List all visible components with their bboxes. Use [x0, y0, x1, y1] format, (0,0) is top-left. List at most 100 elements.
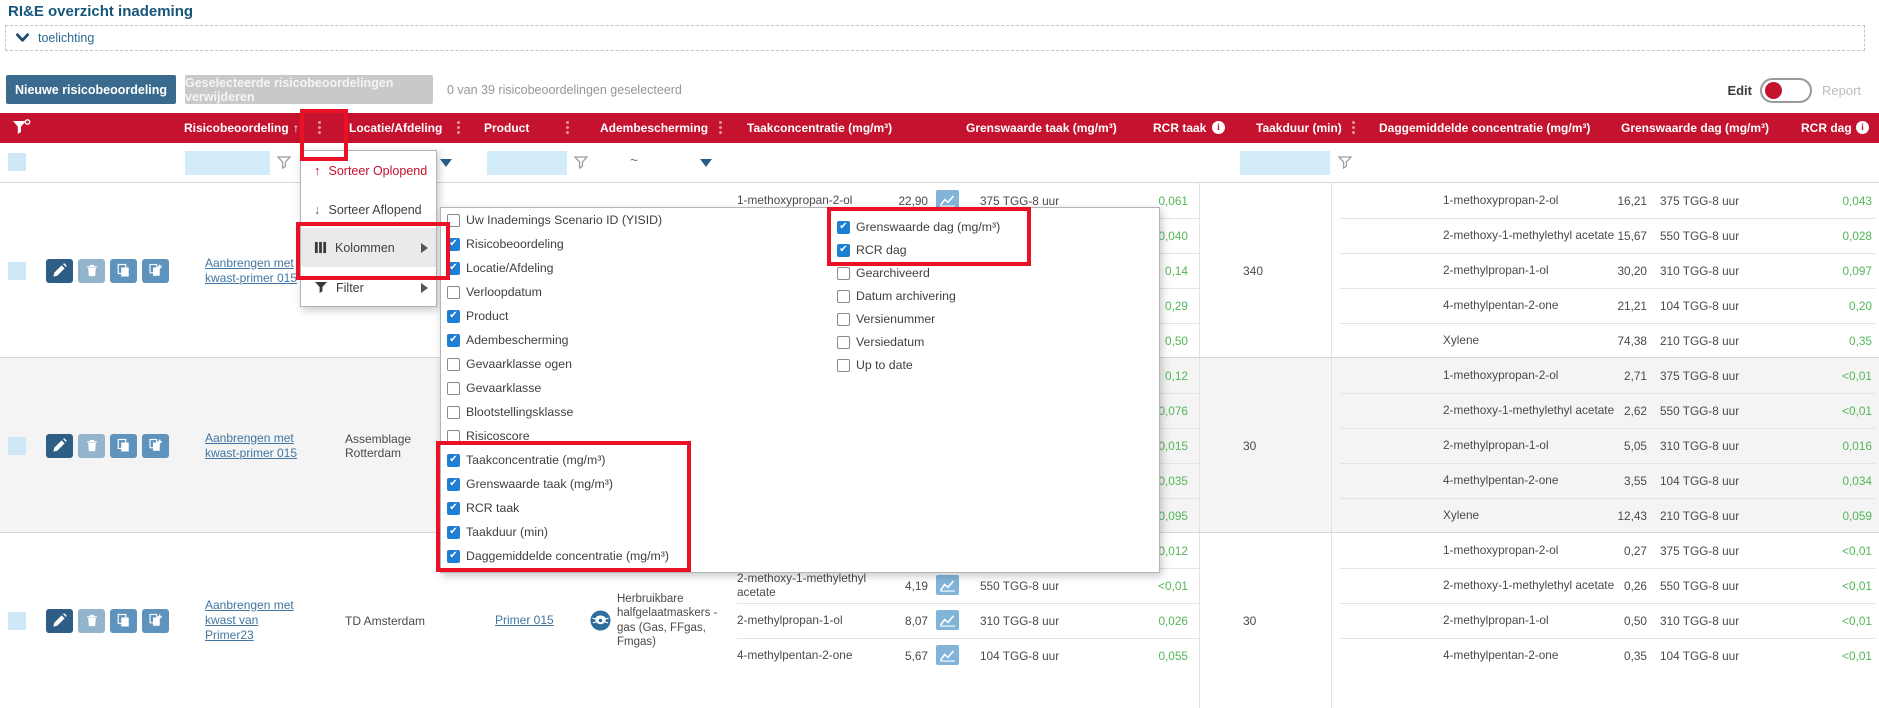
column-toggle-up-to-date[interactable]: Up to date — [837, 358, 913, 372]
risicobeoordeling-link[interactable]: Aanbrengen met kwast-primer 015 — [205, 183, 305, 358]
column-menu-dots-icon[interactable] — [318, 121, 321, 134]
new-risicobeoordeling-button[interactable]: Nieuwe risicobeoordeling — [6, 75, 176, 104]
filter-input-taakduur[interactable] — [1240, 151, 1330, 175]
header-taakconcentratie[interactable]: Taakconcentratie (mg/m³) — [747, 113, 892, 143]
risicobeoordeling-link[interactable]: Aanbrengen met kwast-primer 015 — [205, 358, 305, 533]
column-toggle-gearchiveerd[interactable]: Gearchiveerd — [837, 266, 930, 280]
checkbox-checked-icon[interactable]: ✔ — [447, 502, 460, 515]
menu-item-kolommen[interactable]: Kolommen — [301, 228, 436, 267]
info-icon[interactable]: i — [1212, 121, 1225, 134]
row-checkbox[interactable] — [8, 612, 26, 630]
column-menu-dots-icon[interactable] — [1352, 121, 1355, 134]
checkbox-unchecked-icon[interactable] — [447, 214, 460, 227]
copy-new-version-button[interactable] — [142, 259, 169, 283]
column-toggle-grenswaarde-dag-mg-m-[interactable]: ✔Grenswaarde dag (mg/m³) — [837, 220, 1000, 234]
edit-button[interactable] — [46, 259, 73, 283]
copy-button[interactable] — [110, 609, 137, 633]
column-toggle-locatie-afdeling[interactable]: ✔Locatie/Afdeling — [447, 261, 554, 275]
column-toggle-grenswaarde-taak-mg-m-[interactable]: ✔Grenswaarde taak (mg/m³) — [447, 477, 613, 491]
checkbox-unchecked-icon[interactable] — [837, 313, 850, 326]
checkbox-checked-icon[interactable]: ✔ — [447, 454, 460, 467]
column-toggle-gevaarklasse-ogen[interactable]: Gevaarklasse ogen — [447, 357, 572, 371]
checkbox-unchecked-icon[interactable] — [447, 406, 460, 419]
funnel-icon[interactable] — [277, 156, 291, 174]
edit-button[interactable] — [46, 434, 73, 458]
row-checkbox[interactable] — [8, 437, 26, 455]
column-toggle-risicoscore[interactable]: Risicoscore — [447, 429, 530, 443]
checkbox-checked-icon[interactable]: ✔ — [447, 262, 460, 275]
edit-report-toggle[interactable] — [1760, 78, 1812, 103]
exposure-chart-icon[interactable] — [936, 610, 959, 630]
header-adembescherming[interactable]: Adembescherming — [600, 113, 708, 143]
column-toggle-versiedatum[interactable]: Versiedatum — [837, 335, 924, 349]
exposure-chart-icon[interactable] — [936, 575, 959, 595]
copy-button[interactable] — [110, 434, 137, 458]
delete-button[interactable] — [78, 434, 105, 458]
risicobeoordeling-link[interactable]: Aanbrengen met kwast van Primer23 — [205, 533, 305, 708]
checkbox-unchecked-icon[interactable] — [837, 267, 850, 280]
header-grenswaarde-taak[interactable]: Grenswaarde taak (mg/m³) — [966, 113, 1117, 143]
filter-operator-dropdown-icon[interactable] — [700, 159, 712, 167]
product-link-text[interactable]: Primer 015 — [495, 613, 554, 628]
checkbox-checked-icon[interactable]: ✔ — [447, 478, 460, 491]
checkbox-checked-icon[interactable]: ✔ — [837, 244, 850, 257]
filter-operator-dropdown-icon[interactable] — [440, 159, 452, 167]
column-menu-dots-icon[interactable] — [457, 121, 460, 134]
info-icon[interactable]: i — [1856, 121, 1869, 134]
header-rcr-dag[interactable]: RCR dag — [1801, 113, 1852, 143]
checkbox-checked-icon[interactable]: ✔ — [447, 550, 460, 563]
checkbox-checked-icon[interactable]: ✔ — [447, 238, 460, 251]
exposure-chart-icon[interactable] — [936, 645, 959, 665]
checkbox-checked-icon[interactable]: ✔ — [447, 526, 460, 539]
menu-item-sorteer-oplopend[interactable]: ↑Sorteer Oplopend — [301, 151, 436, 190]
column-toggle-taakconcentratie-mg-m-[interactable]: ✔Taakconcentratie (mg/m³) — [447, 453, 605, 467]
checkbox-unchecked-icon[interactable] — [447, 286, 460, 299]
header-rcr-taak[interactable]: RCR taak — [1153, 113, 1206, 143]
header-taakduur[interactable]: Taakduur (min) — [1256, 113, 1342, 143]
column-toggle-gevaarklasse[interactable]: Gevaarklasse — [447, 381, 541, 395]
delete-button[interactable] — [78, 609, 105, 633]
column-toggle-risicobeoordeling[interactable]: ✔Risicobeoordeling — [447, 237, 564, 251]
delete-button[interactable] — [78, 259, 105, 283]
column-toggle-daggemiddelde-concentratie-mg-m-[interactable]: ✔Daggemiddelde concentratie (mg/m³) — [447, 549, 669, 563]
edit-button[interactable] — [46, 609, 73, 633]
header-risicobeoordeling[interactable]: Risicobeoordeling — [184, 113, 289, 143]
checkbox-unchecked-icon[interactable] — [447, 382, 460, 395]
menu-item-sorteer-aflopend[interactable]: ↓Sorteer Aflopend — [301, 190, 436, 229]
copy-new-version-button[interactable] — [142, 434, 169, 458]
column-menu-dots-icon[interactable] — [719, 121, 722, 134]
header-daggemiddelde-concentratie[interactable]: Daggemiddelde concentratie (mg/m³) — [1379, 113, 1590, 143]
funnel-icon[interactable] — [1338, 156, 1352, 174]
header-grenswaarde-dag[interactable]: Grenswaarde dag (mg/m³) — [1621, 113, 1769, 143]
select-all-checkbox[interactable] — [8, 153, 26, 171]
column-toggle-taakduur-min-[interactable]: ✔Taakduur (min) — [447, 525, 548, 539]
column-toggle-product[interactable]: ✔Product — [447, 309, 508, 323]
column-toggle-blootstellingsklasse[interactable]: Blootstellingsklasse — [447, 405, 573, 419]
risicobeoordeling-link-text[interactable]: Aanbrengen met kwast-primer 015 — [205, 256, 305, 286]
column-toggle-rcr-taak[interactable]: ✔RCR taak — [447, 501, 519, 515]
risicobeoordeling-link-text[interactable]: Aanbrengen met kwast van Primer23 — [205, 598, 305, 643]
toelichting-expander[interactable]: toelichting — [5, 25, 1865, 51]
column-toggle-rcr-dag[interactable]: ✔RCR dag — [837, 243, 907, 257]
column-toggle-uw-inademings-scenario-id-yisid-[interactable]: Uw Inademings Scenario ID (YISID) — [447, 213, 662, 227]
checkbox-checked-icon[interactable]: ✔ — [447, 334, 460, 347]
filter-input-product[interactable] — [487, 151, 567, 175]
header-locatie-afdeling[interactable]: Locatie/Afdeling — [349, 113, 442, 143]
column-menu-dots-icon[interactable] — [566, 121, 569, 134]
checkbox-unchecked-icon[interactable] — [837, 359, 850, 372]
column-toggle-adembescherming[interactable]: ✔Adembescherming — [447, 333, 569, 347]
header-product[interactable]: Product — [484, 113, 529, 143]
column-toggle-verloopdatum[interactable]: Verloopdatum — [447, 285, 542, 299]
checkbox-unchecked-icon[interactable] — [837, 290, 850, 303]
row-checkbox[interactable] — [8, 262, 26, 280]
copy-button[interactable] — [110, 259, 137, 283]
checkbox-unchecked-icon[interactable] — [837, 336, 850, 349]
column-toggle-datum-archivering[interactable]: Datum archivering — [837, 289, 956, 303]
filter-operator-tilde[interactable]: ~ — [630, 152, 638, 168]
checkbox-unchecked-icon[interactable] — [447, 358, 460, 371]
checkbox-unchecked-icon[interactable] — [447, 430, 460, 443]
checkbox-checked-icon[interactable]: ✔ — [837, 221, 850, 234]
filter-input-risicobeoordeling[interactable] — [185, 151, 270, 175]
funnel-icon[interactable] — [574, 156, 588, 174]
column-toggle-versienummer[interactable]: Versienummer — [837, 312, 935, 326]
